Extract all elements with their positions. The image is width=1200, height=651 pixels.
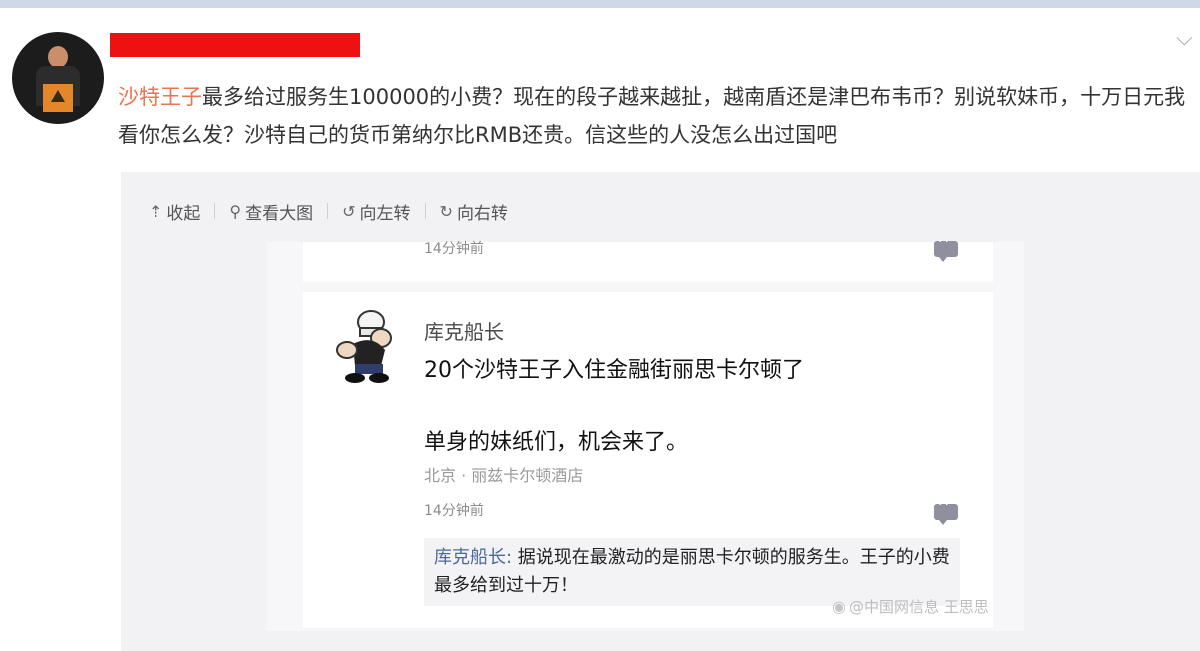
redacted-username [110, 33, 360, 57]
post-text: 沙特王子最多给过服务生100000的小费？现在的段子越来越扯，越南盾还是津巴布韦… [118, 78, 1190, 154]
comment-location: 北京 · 丽兹卡尔顿酒店 [424, 466, 584, 485]
comment-line-1: 20个沙特王子入住金融街丽思卡尔顿了 [424, 358, 804, 383]
reply-text: 据说现在最激动的是丽思卡尔顿的服务生。王子的小费最多给到过十万！ [434, 547, 950, 596]
rotate-right-button[interactable]: ↻ 向右转 [440, 199, 508, 224]
popeye-avatar [336, 310, 392, 383]
rotate-right-icon: ↻ [439, 201, 453, 221]
magnifier-icon: ⚲ [229, 201, 242, 221]
rotate-left-label: 向左转 [359, 203, 411, 224]
watermark-text: @中国网信息 王思思 [848, 598, 989, 616]
arrow-up-icon: ⇡ [149, 201, 163, 221]
toolbar-divider [214, 203, 216, 219]
topic-mention-link[interactable]: 沙特王子 [118, 85, 202, 109]
avatar-head [48, 46, 68, 68]
collapse-button[interactable]: ⇡ 收起 [149, 199, 200, 224]
previous-timestamp: 14分钟前 [424, 241, 484, 257]
comment-timestamp: 14分钟前 [424, 503, 484, 519]
comment-username: 库克船长 [424, 320, 504, 344]
comment-icon [934, 497, 958, 525]
rotate-left-button[interactable]: ↺ 向左转 [342, 199, 410, 224]
comment-icon [934, 234, 958, 262]
avatar-warning-sign [43, 84, 73, 112]
toolbar-divider [424, 203, 426, 219]
view-large-label: 查看大图 [245, 203, 314, 224]
chevron-down-icon[interactable]: ⌵ [1176, 26, 1193, 51]
avatar[interactable] [12, 32, 104, 124]
weibo-logo-icon: ◉ [832, 597, 846, 616]
toolbar-divider [327, 203, 329, 219]
post-body: 最多给过服务生100000的小费？现在的段子越来越扯，越南盾还是津巴布韦币？别说… [118, 85, 1186, 147]
rotate-right-label: 向右转 [456, 203, 508, 224]
reply-username: 库克船长: [434, 547, 513, 568]
comment-line-2: 单身的妹纸们，机会来了。 [424, 430, 689, 455]
rotate-left-icon: ↺ [342, 201, 356, 221]
view-large-button[interactable]: ⚲ 查看大图 [229, 199, 313, 224]
top-bar [0, 0, 1200, 8]
image-toolbar: ⇡ 收起 ⚲ 查看大图 ↺ 向左转 ↻ 向右转 [149, 195, 508, 227]
previous-comment-card [303, 242, 993, 282]
collapse-label: 收起 [166, 203, 201, 224]
watermark: ◉ @中国网信息 王思思 [832, 596, 989, 617]
